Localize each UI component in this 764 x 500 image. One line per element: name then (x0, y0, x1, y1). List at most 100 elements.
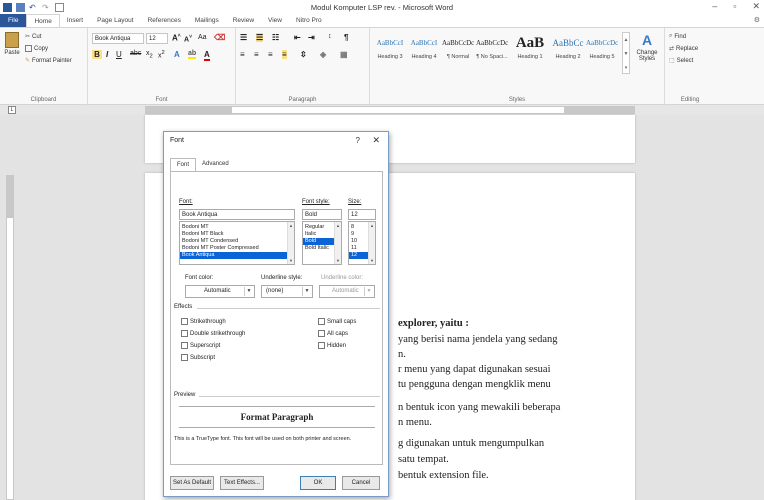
bullets-icon[interactable]: ☰ (240, 33, 247, 42)
scroll-down-icon[interactable]: ▼ (370, 258, 374, 263)
text-effects-button[interactable]: A (174, 50, 180, 59)
tab-mailings[interactable]: Mailings (188, 14, 226, 27)
font-size-box[interactable]: 12 (146, 33, 168, 44)
hidden-checkbox[interactable]: Hidden (318, 342, 346, 349)
justify-icon[interactable]: ≡ (282, 50, 287, 59)
subscript-button[interactable]: x2 (146, 50, 153, 59)
minimize-button[interactable]: – (712, 1, 717, 12)
tab-file[interactable]: File (0, 14, 27, 27)
font-style-list[interactable]: Regular Italic Bold Bold Italic ▲ ▼ (302, 221, 342, 265)
font-name-input[interactable]: Book Antiqua (179, 209, 295, 220)
font-list-item[interactable]: Bodoni MT Black (180, 231, 294, 238)
underline-style-dropdown[interactable]: (none) ▼ (261, 285, 313, 298)
small-caps-checkbox[interactable]: Small caps (318, 318, 356, 325)
align-center-icon[interactable]: ≡ (254, 50, 259, 59)
select-button[interactable]: ⬚ Select (669, 57, 693, 65)
font-size-input[interactable]: 12 (348, 209, 376, 220)
dialog-help-button[interactable]: ? (356, 136, 360, 145)
scroll-up-icon[interactable]: ▲ (336, 223, 340, 228)
borders-icon[interactable]: ▦ (340, 50, 348, 59)
font-list-scrollbar[interactable]: ▲ ▼ (287, 222, 294, 264)
horizontal-ruler[interactable] (145, 106, 635, 114)
multilevel-list-icon[interactable]: ☷ (272, 33, 279, 42)
show-marks-icon[interactable]: ¶ (344, 33, 348, 42)
strikethrough-button[interactable]: abc (130, 50, 141, 57)
print-preview-icon[interactable] (55, 2, 64, 12)
vertical-ruler[interactable] (6, 175, 14, 500)
tab-page-layout[interactable]: Page Layout (90, 14, 141, 27)
set-as-default-button[interactable]: Set As Default (170, 476, 214, 490)
style-heading-2[interactable]: AaBbCc Heading 2 (552, 32, 584, 74)
tab-review[interactable]: Review (226, 14, 261, 27)
italic-button[interactable]: I (106, 50, 108, 59)
tab-font[interactable]: Font (170, 158, 197, 172)
align-right-icon[interactable]: ≡ (268, 50, 273, 59)
font-color-dropdown[interactable]: Automatic ▼ (185, 285, 255, 298)
subscript-checkbox[interactable]: Subscript (181, 354, 215, 361)
align-left-icon[interactable]: ≡ (240, 50, 245, 59)
superscript-checkbox[interactable]: Superscript (181, 342, 220, 349)
copy-button[interactable]: Copy (25, 45, 48, 52)
help-icon[interactable]: ⚙ (754, 16, 760, 24)
cancel-button[interactable]: Cancel (342, 476, 380, 490)
decrease-indent-icon[interactable]: ⇤ (294, 33, 301, 42)
font-name-list[interactable]: Bodoni MT Bodoni MT Black Bodoni MT Cond… (179, 221, 295, 265)
style-list-item-selected[interactable]: Bold (303, 238, 334, 245)
numbering-icon[interactable]: ☰ (256, 33, 264, 42)
tab-insert[interactable]: Insert (60, 14, 90, 27)
all-caps-checkbox[interactable]: All caps (318, 330, 348, 337)
undo-icon[interactable]: ↶ (29, 3, 38, 12)
increase-indent-icon[interactable]: ⇥ (308, 33, 315, 42)
underline-button[interactable]: U (116, 50, 122, 59)
sort-icon[interactable]: ↕ (328, 33, 332, 40)
style-heading-4[interactable]: AaBbCcI Heading 4 (408, 32, 440, 74)
shading-icon[interactable]: ◈ (320, 50, 326, 59)
size-list-scrollbar[interactable]: ▲ ▼ (368, 222, 375, 264)
clear-formatting-icon[interactable]: ⌫ (214, 33, 225, 42)
line-spacing-icon[interactable]: ⇳ (300, 50, 307, 59)
change-case-button[interactable]: Aa (198, 34, 207, 41)
tab-view[interactable]: View (261, 14, 289, 27)
close-window-button[interactable]: ✕ (752, 1, 760, 12)
style-heading-1[interactable]: AaB Heading 1 (510, 32, 550, 74)
font-name-box[interactable]: Book Antiqua (92, 33, 144, 44)
format-painter-button[interactable]: ✎ Format Painter (25, 57, 72, 65)
grow-font-button[interactable]: A˄ (172, 33, 181, 43)
font-size-list[interactable]: 8 9 10 11 12 ▲ ▼ (348, 221, 376, 265)
font-list-item[interactable]: Bodoni MT (180, 224, 294, 231)
highlight-button[interactable]: ab (188, 50, 197, 59)
tab-nitro-pro[interactable]: Nitro Pro (289, 14, 329, 27)
style-list-scrollbar[interactable]: ▲ ▼ (334, 222, 341, 264)
text-effects-button[interactable]: Text Effects... (220, 476, 264, 490)
styles-scroll[interactable]: ▲ ▼ ▾ (622, 32, 630, 74)
maximize-button[interactable]: ▫ (733, 1, 736, 12)
scroll-down-icon[interactable]: ▼ (336, 258, 340, 263)
scroll-down-icon[interactable]: ▼ (289, 258, 293, 263)
redo-icon[interactable]: ↷ (42, 3, 51, 12)
font-list-item[interactable]: Bodoni MT Poster Compressed (180, 245, 294, 252)
shrink-font-button[interactable]: A˅ (184, 34, 192, 43)
tab-home[interactable]: Home (26, 14, 60, 27)
scroll-up-icon[interactable]: ▲ (370, 223, 374, 228)
tab-references[interactable]: References (141, 14, 188, 27)
paste-button[interactable]: Paste (3, 32, 21, 56)
ok-button[interactable]: OK (300, 476, 336, 490)
tab-advanced[interactable]: Advanced (196, 158, 235, 172)
superscript-button[interactable]: x2 (158, 50, 165, 59)
double-strikethrough-checkbox[interactable]: Double strikethrough (181, 330, 245, 337)
cut-button[interactable]: ✂ Cut (25, 33, 41, 41)
font-style-input[interactable]: Bold (302, 209, 342, 220)
scroll-up-icon[interactable]: ▲ (289, 223, 293, 228)
style-heading-3[interactable]: AaBbCcI Heading 3 (374, 32, 406, 74)
replace-button[interactable]: ⇄ Replace (669, 45, 698, 53)
style-no-spacing[interactable]: AaBbCcDc ¶ No Spaci... (476, 32, 508, 74)
font-list-item[interactable]: Bodoni MT Condensed (180, 238, 294, 245)
strikethrough-checkbox[interactable]: Strikethrough (181, 318, 226, 325)
bold-button[interactable]: B (92, 50, 102, 59)
change-styles-button[interactable]: A Change Styles (634, 32, 660, 62)
style-normal[interactable]: AaBbCcDc ¶ Normal (442, 32, 474, 74)
font-color-button[interactable]: A (204, 50, 210, 61)
style-heading-5[interactable]: AaBbCcDc Heading 5 (586, 32, 618, 74)
ruler-toggle-icon[interactable]: L (8, 106, 16, 114)
font-list-item-selected[interactable]: Book Antiqua (180, 252, 287, 259)
